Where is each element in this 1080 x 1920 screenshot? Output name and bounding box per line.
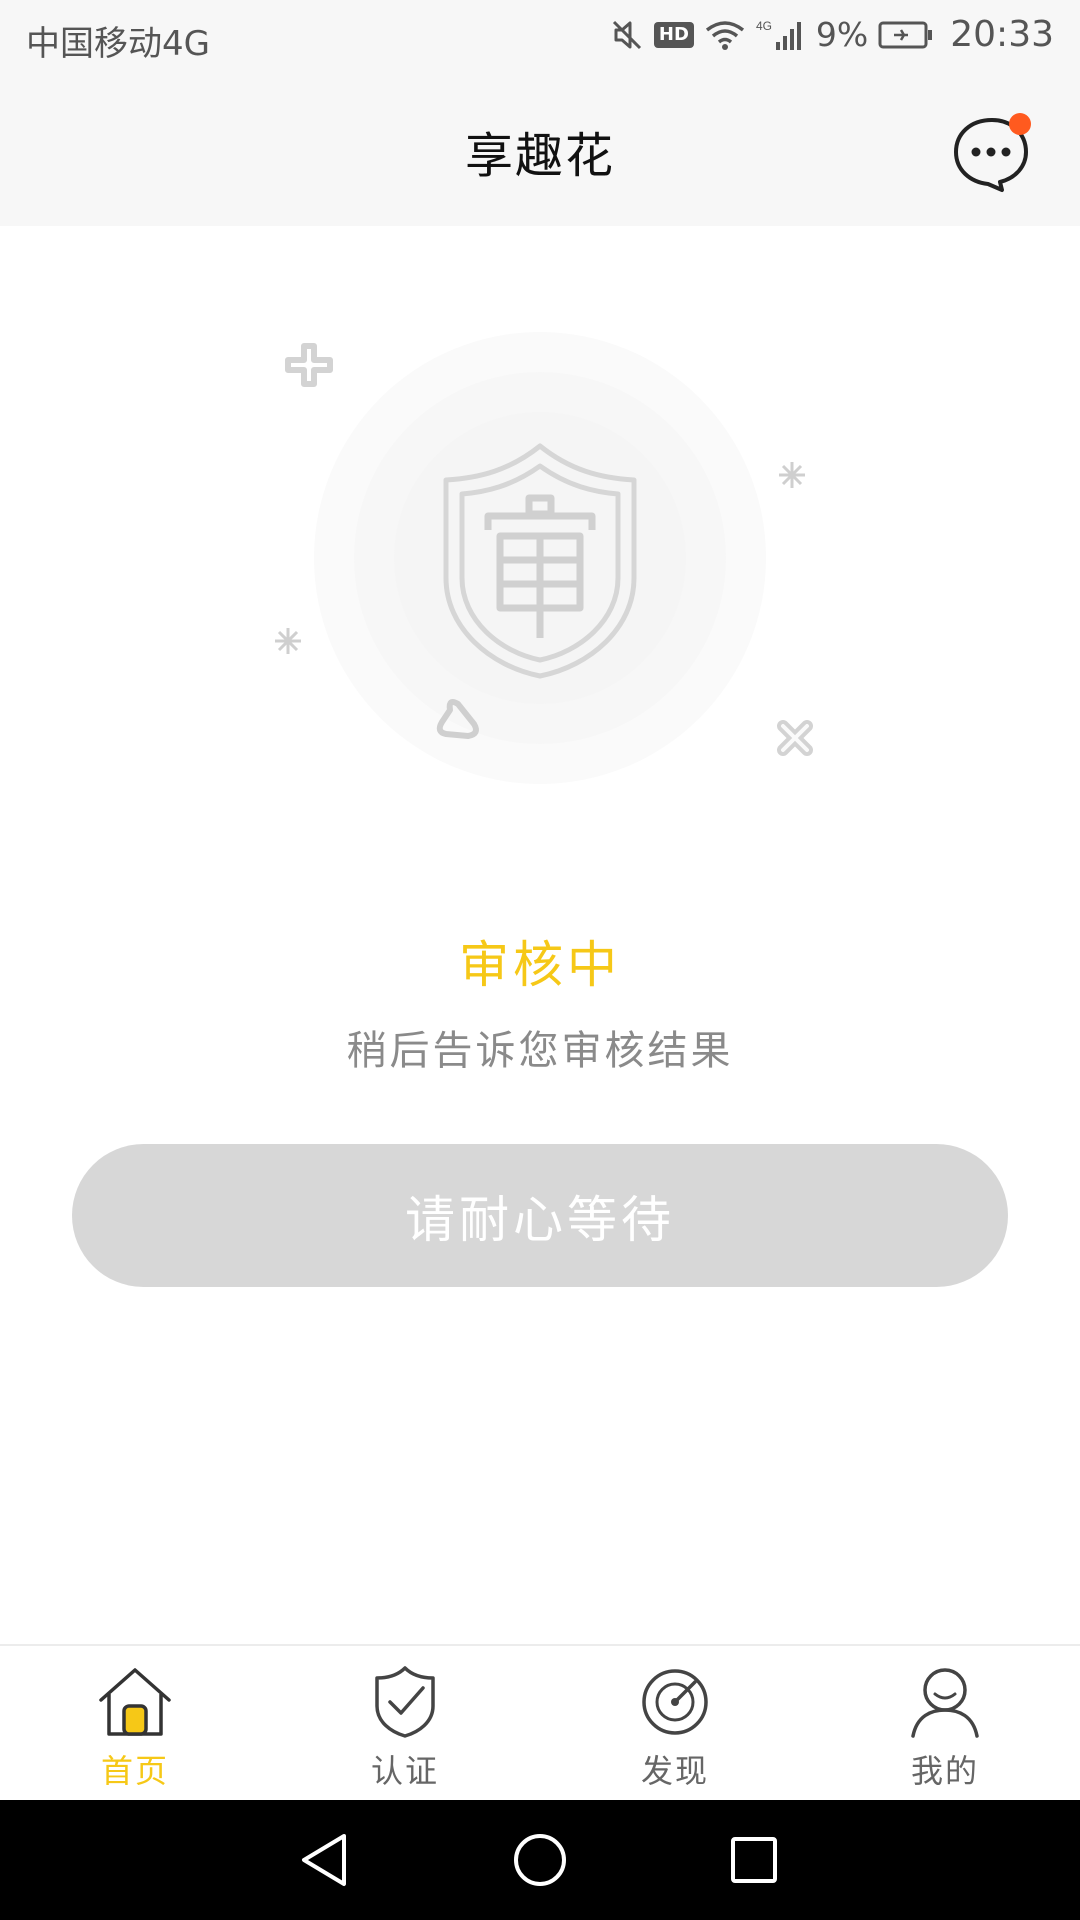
tab-certify-label: 认证 bbox=[370, 1752, 439, 1790]
battery-charging-icon bbox=[878, 21, 933, 48]
chat-bubble-icon bbox=[954, 113, 1031, 192]
plus-decoration bbox=[285, 343, 333, 387]
please-wait-button[interactable]: 请耐心等待 bbox=[72, 1144, 1008, 1287]
status-icons: HD 4G 9% 20:33 bbox=[610, 14, 1054, 55]
home-icon bbox=[99, 1668, 171, 1736]
app-header: 享趣花 bbox=[0, 76, 1080, 226]
recents-icon[interactable] bbox=[722, 1828, 786, 1892]
sparkle-decoration bbox=[779, 462, 805, 488]
compass-icon bbox=[642, 1669, 708, 1735]
review-status-description: 稍后告诉您审核结果 bbox=[346, 1028, 734, 1074]
tab-discover[interactable]: 发现 bbox=[540, 1646, 810, 1802]
mute-icon bbox=[612, 20, 641, 49]
shield-check-icon bbox=[375, 1666, 435, 1738]
tab-home[interactable]: 首页 bbox=[0, 1646, 270, 1802]
battery-percent: 9% bbox=[815, 15, 869, 54]
bottom-tab-bar: 首页 认证 发现 我的 bbox=[0, 1644, 1080, 1802]
signal-icon: 4G bbox=[756, 19, 801, 50]
tab-mine[interactable]: 我的 bbox=[810, 1646, 1080, 1802]
wifi-icon bbox=[705, 20, 744, 50]
tab-home-label: 首页 bbox=[100, 1752, 169, 1790]
svg-text:4G: 4G bbox=[756, 19, 772, 33]
tab-discover-label: 发现 bbox=[640, 1752, 709, 1790]
shield-review-icon bbox=[275, 332, 813, 784]
unread-badge bbox=[1009, 113, 1031, 135]
user-icon bbox=[911, 1668, 979, 1738]
tab-certify[interactable]: 认证 bbox=[270, 1646, 540, 1802]
carrier-label: 中国移动4G bbox=[26, 24, 210, 64]
back-icon[interactable] bbox=[294, 1828, 358, 1892]
page-title: 享趣花 bbox=[464, 128, 615, 184]
sparkle-decoration bbox=[275, 628, 301, 654]
home-circle-icon[interactable] bbox=[508, 1828, 572, 1892]
message-button[interactable] bbox=[952, 112, 1034, 194]
system-nav-bar bbox=[0, 1800, 1080, 1920]
clock: 20:33 bbox=[950, 14, 1054, 55]
hd-icon: HD bbox=[653, 21, 694, 48]
review-status-title: 审核中 bbox=[459, 936, 621, 994]
tab-mine-label: 我的 bbox=[910, 1752, 979, 1790]
status-bar: 中国移动4G HD 4G 9% 20:33 bbox=[0, 0, 1080, 76]
